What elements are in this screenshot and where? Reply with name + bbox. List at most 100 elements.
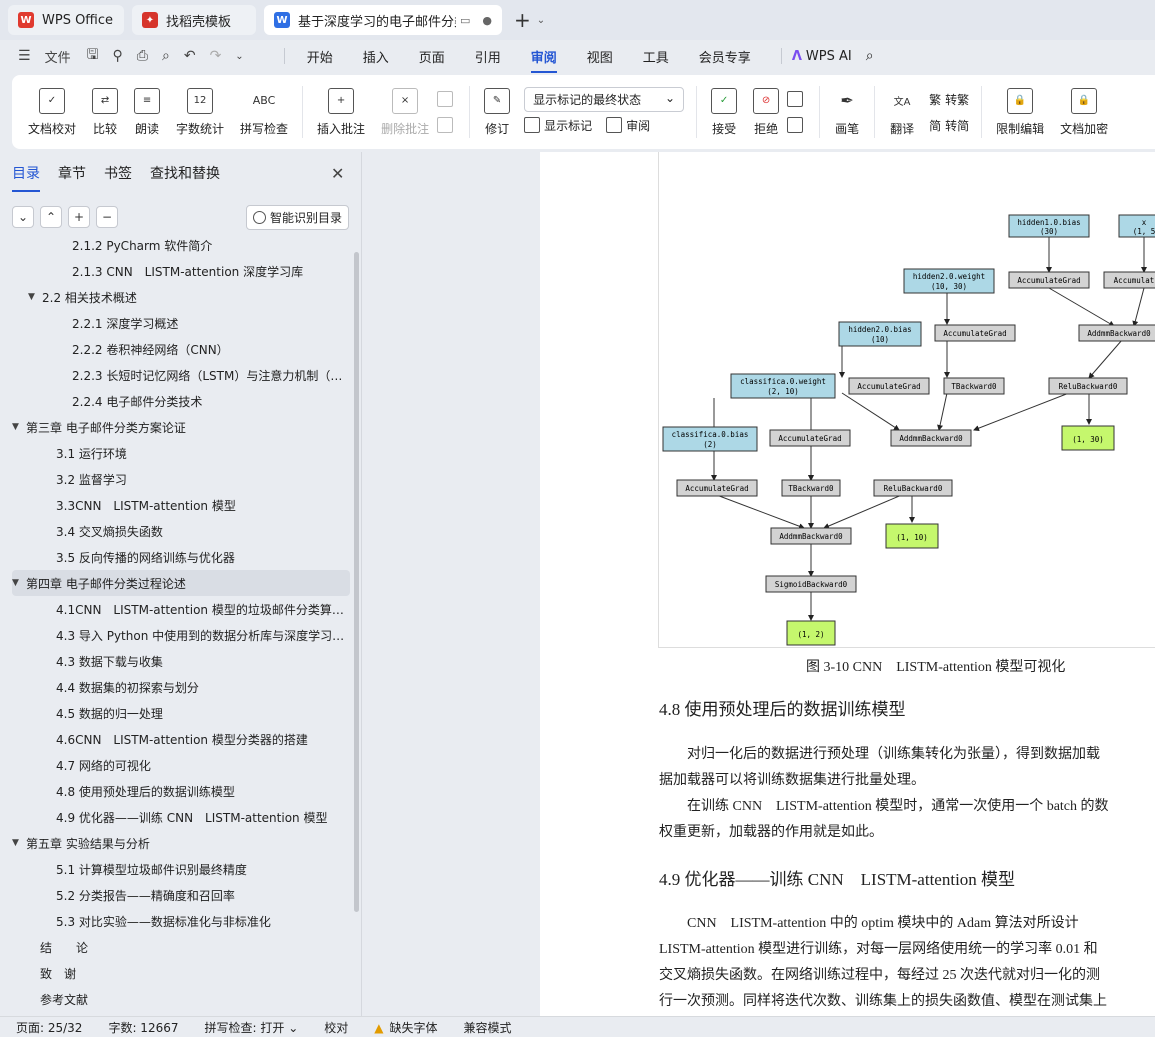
toc-item[interactable]: 4.3 导入 Python 中使用到的数据分析库与深度学习… — [12, 622, 350, 648]
track-changes-button[interactable]: ✎ 修订 — [484, 87, 511, 137]
toc-scrollbar[interactable] — [354, 252, 359, 912]
spell-check-button[interactable]: ABC 拼写检查 — [240, 88, 288, 137]
paragraph-line[interactable]: 权重更新，加载器的作用就是如此。 — [659, 820, 883, 846]
nav-tab-sections[interactable]: 章节 — [58, 163, 86, 183]
tab-document[interactable]: W 基于深度学习的电子邮件分类 ▭ ● — [264, 5, 502, 35]
menu-tools[interactable]: 工具 — [643, 47, 669, 66]
reject-button[interactable]: ⊘ 拒绝 — [753, 87, 780, 137]
restrict-edit-button[interactable]: 🔒 限制编辑 — [996, 87, 1044, 137]
toc-item[interactable]: 4.1CNN LISTM-attention 模型的垃圾邮件分类算… — [12, 596, 350, 622]
toc-item[interactable]: 4.8 使用预处理后的数据训练模型 — [12, 778, 350, 804]
toc-item[interactable]: 2.2.3 长短时记忆网络（LSTM）与注意力机制（… — [12, 362, 350, 388]
print-preview-icon[interactable]: ⌕ — [162, 48, 170, 64]
toc-item[interactable]: 4.9 优化器——训练 CNN LISTM-attention 模型 — [12, 804, 350, 830]
menu-review[interactable]: 审阅 — [530, 47, 557, 73]
expand-down-button[interactable]: ⌄ — [12, 206, 34, 228]
next-change-icon[interactable] — [787, 117, 804, 133]
save-icon[interactable]: 🖫 — [87, 44, 99, 68]
expand-arrow-icon[interactable]: ▼ — [12, 838, 26, 848]
to-traditional-button[interactable]: 转繁 — [945, 91, 969, 108]
toc-item[interactable]: 5.1 计算模型垃圾邮件识别最终精度 — [12, 856, 350, 882]
new-tab-plus-icon[interactable]: + — [514, 8, 531, 32]
heading-4-9[interactable]: 4.9 优化器——训练 CNN LISTM-attention 模型 — [659, 865, 1015, 890]
word-count-indicator[interactable]: 字数: 12667 — [108, 1019, 178, 1036]
toc-item[interactable]: 3.4 交叉熵损失函数 — [12, 518, 350, 544]
print-icon[interactable]: ⎙ — [137, 48, 148, 64]
heading-4-8[interactable]: 4.8 使用预处理后的数据训练模型 — [659, 695, 906, 720]
add-heading-button[interactable]: + — [68, 206, 90, 228]
nav-tab-find-replace[interactable]: 查找和替换 — [150, 163, 220, 183]
toc-item[interactable]: ▼ 2.2 相关技术概述 — [12, 284, 350, 310]
menu-view[interactable]: 视图 — [587, 47, 613, 66]
undo-icon[interactable]: ↶ — [184, 48, 196, 64]
collapse-up-button[interactable]: ⌃ — [40, 206, 62, 228]
monitor-icon[interactable]: ▭ — [460, 14, 470, 27]
insert-comment-button[interactable]: + 插入批注 — [317, 87, 365, 137]
toc-item[interactable]: 5.3 对比实验——数据标准化与非标准化 — [12, 908, 350, 934]
toc-item[interactable]: 3.5 反向传播的网络训练与优化器 — [12, 544, 350, 570]
missing-font-indicator[interactable]: ▲ 缺失字体 — [374, 1019, 437, 1036]
quick-access-dropdown-icon[interactable]: ⌄ — [235, 51, 243, 62]
toc-item[interactable]: 致 谢 — [12, 960, 350, 986]
share-icon[interactable]: ⚲ — [113, 48, 123, 64]
menu-wps-ai[interactable]: WPS AI — [806, 49, 852, 64]
toc-item[interactable]: ▼ 第四章 电子邮件分类过程论述 — [12, 570, 350, 596]
toc-item[interactable]: ▼ 第三章 电子邮件分类方案论证 — [12, 414, 350, 440]
toc-item[interactable]: 2.2.4 电子邮件分类技术 — [12, 388, 350, 414]
nav-tab-toc[interactable]: 目录 — [12, 163, 40, 192]
smart-toc-button[interactable]: 智能识别目录 — [245, 204, 349, 230]
toc-item[interactable]: 2.1.2 PyCharm 软件简介 — [12, 238, 350, 258]
toc-item[interactable]: 参考文献 — [12, 986, 350, 1012]
menu-home[interactable]: 开始 — [307, 47, 333, 66]
menu-member[interactable]: 会员专享 — [699, 47, 751, 66]
toc-item[interactable]: 2.2.1 深度学习概述 — [12, 310, 350, 336]
pen-button[interactable]: ✒ 画笔 — [834, 88, 860, 137]
toc-item[interactable]: 3.1 运行环境 — [12, 440, 350, 466]
paragraph-line[interactable]: CNN LISTM-attention 中的 optim 模块中的 Adam 算… — [687, 911, 1079, 937]
paragraph-line[interactable]: 在训练 CNN LISTM-attention 模型时，通常一次使用一个 bat… — [687, 794, 1109, 820]
expand-arrow-icon[interactable]: ▼ — [12, 422, 26, 432]
expand-arrow-icon[interactable]: ▼ — [12, 578, 26, 588]
paragraph-line[interactable]: LISTM-attention 模型进行训练，对每一层网络使用统一的学习率 0.… — [659, 937, 1098, 963]
spell-check-indicator[interactable]: 拼写检查: 打开 ⌄ — [205, 1019, 299, 1036]
tab-wps-office[interactable]: W WPS Office — [8, 5, 124, 35]
file-menu[interactable]: 文件 — [45, 47, 71, 66]
display-mode-select[interactable]: 显示标记的最终状态 ⌄ — [524, 86, 685, 112]
read-aloud-button[interactable]: ≡ 朗读 — [134, 87, 161, 137]
proofread-button[interactable]: ✓ 文档校对 — [28, 87, 76, 137]
delete-comment-button[interactable]: × 删除批注 — [381, 87, 429, 137]
show-markup-button[interactable]: 显示标记 — [544, 117, 592, 134]
paragraph-line[interactable]: 行一次预测。同样将迭代次数、训练集上的损失函数值、模型在测试集上 — [659, 989, 1107, 1015]
proof-indicator[interactable]: 校对 — [324, 1019, 348, 1036]
toc-item[interactable]: 2.1.3 CNN LISTM-attention 深度学习库 — [12, 258, 350, 284]
toc-item[interactable]: 4.4 数据集的初探索与划分 — [12, 674, 350, 700]
remove-heading-button[interactable]: − — [96, 206, 118, 228]
toc-item[interactable]: 4.6CNN LISTM-attention 模型分类器的搭建 — [12, 726, 350, 752]
redo-icon[interactable]: ↷ — [210, 48, 222, 64]
new-tab-dropdown-icon[interactable]: ⌄ — [537, 15, 545, 26]
word-count-button[interactable]: 12 字数统计 — [176, 87, 224, 137]
expand-arrow-icon[interactable]: ▼ — [28, 292, 42, 302]
toc-item[interactable]: 4.5 数据的归一处理 — [12, 700, 350, 726]
prev-comment-icon[interactable] — [437, 91, 454, 107]
hamburger-icon[interactable]: ☰ — [18, 48, 31, 64]
paragraph-line[interactable]: 据加载器可以将训练数据集进行批量处理。 — [659, 768, 925, 794]
paragraph-line[interactable]: 交叉熵损失函数。在网络训练过程中，每经过 25 次迭代就对归一化的测 — [659, 963, 1100, 989]
close-icon[interactable]: ✕ — [331, 164, 344, 183]
next-comment-icon[interactable] — [437, 117, 454, 133]
tab-templates[interactable]: ✦ 找稻壳模板 — [132, 5, 256, 35]
to-simplified-button[interactable]: 转简 — [945, 117, 969, 134]
menu-references[interactable]: 引用 — [475, 47, 501, 66]
toc-item[interactable]: 3.2 监督学习 — [12, 466, 350, 492]
prev-change-icon[interactable] — [787, 91, 804, 107]
toc-item[interactable]: 结 论 — [12, 934, 350, 960]
tab-close-dot-icon[interactable]: ● — [482, 14, 492, 27]
search-icon[interactable]: ⌕ — [866, 48, 874, 64]
translate-button[interactable]: 文A 翻译 — [889, 88, 915, 137]
accept-button[interactable]: ✓ 接受 — [711, 87, 738, 137]
toc-item[interactable]: 4.7 网络的可视化 — [12, 752, 350, 778]
toc-item[interactable]: 4.3 数据下载与收集 — [12, 648, 350, 674]
nav-tab-bookmarks[interactable]: 书签 — [104, 163, 132, 183]
toc-item[interactable]: 2.2.2 卷积神经网络（CNN） — [12, 336, 350, 362]
compare-button[interactable]: ⇄ 比较 — [92, 87, 119, 137]
